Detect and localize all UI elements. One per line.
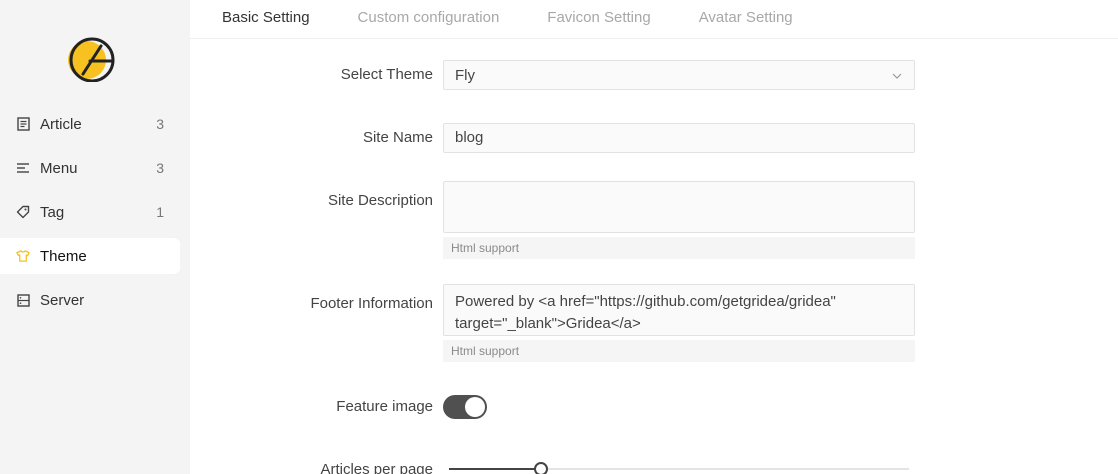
tshirt-icon — [16, 249, 30, 263]
footer-info-hint: Html support — [443, 340, 915, 362]
form-row-site-name: Site Name blog — [190, 123, 1118, 153]
form-row-theme: Select Theme Fly — [190, 60, 1118, 90]
server-icon — [16, 293, 30, 307]
app-window: Article 3 Menu 3 Tag 1 Theme Server Basi… — [0, 0, 1118, 474]
site-description-hint: Html support — [443, 237, 915, 259]
site-name-label: Site Name — [362, 129, 433, 146]
articles-per-page-label: Articles per page — [320, 461, 433, 474]
tag-icon — [16, 205, 30, 219]
sidebar-item-menu[interactable]: Menu 3 — [0, 150, 180, 186]
chevron-down-icon — [891, 69, 903, 81]
form-row-articles-per-page: Articles per page — [190, 460, 1118, 474]
sidebar-item-label: Menu — [40, 159, 78, 177]
sidebar-item-theme[interactable]: Theme — [0, 238, 180, 274]
site-name-input[interactable]: blog — [443, 123, 915, 153]
tab-custom-configuration[interactable]: Custom configuration — [358, 0, 500, 26]
article-icon — [16, 117, 30, 131]
main-content: Basic Setting Custom configuration Favic… — [190, 0, 1118, 474]
form-row-feature-image: Feature image — [190, 395, 1118, 419]
settings-tabs: Basic Setting Custom configuration Favic… — [190, 0, 1118, 39]
footer-info-textarea[interactable]: Powered by <a href="https://github.com/g… — [443, 284, 915, 336]
theme-select-value: Fly — [455, 66, 475, 84]
tab-favicon-setting[interactable]: Favicon Setting — [547, 0, 650, 26]
theme-label: Select Theme — [340, 66, 433, 83]
tab-avatar-setting[interactable]: Avatar Setting — [699, 0, 793, 26]
gridea-logo-icon — [66, 36, 116, 83]
form-row-site-description: Site Description Html support — [190, 181, 1118, 261]
sidebar-item-count: 3 — [156, 160, 164, 176]
slider-track — [449, 468, 541, 470]
sidebar-item-article[interactable]: Article 3 — [0, 106, 180, 142]
theme-select[interactable]: Fly — [443, 60, 915, 90]
sidebar-item-label: Tag — [40, 203, 65, 221]
sidebar-item-count: 3 — [156, 116, 164, 132]
sidebar-item-label: Theme — [40, 247, 87, 265]
articles-per-page-slider[interactable] — [449, 462, 909, 474]
sidebar-nav: Article 3 Menu 3 Tag 1 Theme Server — [0, 106, 190, 326]
sidebar-item-count: 1 — [156, 204, 164, 220]
menu-icon — [16, 161, 30, 175]
feature-image-label: Feature image — [336, 398, 433, 415]
feature-image-toggle[interactable] — [443, 395, 487, 419]
form-row-footer-info: Footer Information Powered by <a href="h… — [190, 284, 1118, 364]
sidebar-item-label: Server — [40, 291, 85, 309]
footer-info-label: Footer Information — [310, 295, 433, 312]
sidebar: Article 3 Menu 3 Tag 1 Theme Server — [0, 0, 190, 474]
sidebar-item-server[interactable]: Server — [0, 282, 180, 318]
sidebar-item-tag[interactable]: Tag 1 — [0, 194, 180, 230]
slider-handle[interactable] — [534, 462, 548, 474]
sidebar-item-label: Article — [40, 115, 82, 133]
site-description-textarea[interactable] — [443, 181, 915, 233]
site-description-label: Site Description — [327, 192, 433, 209]
toggle-knob — [465, 397, 485, 417]
tab-basic-setting[interactable]: Basic Setting — [222, 0, 310, 26]
